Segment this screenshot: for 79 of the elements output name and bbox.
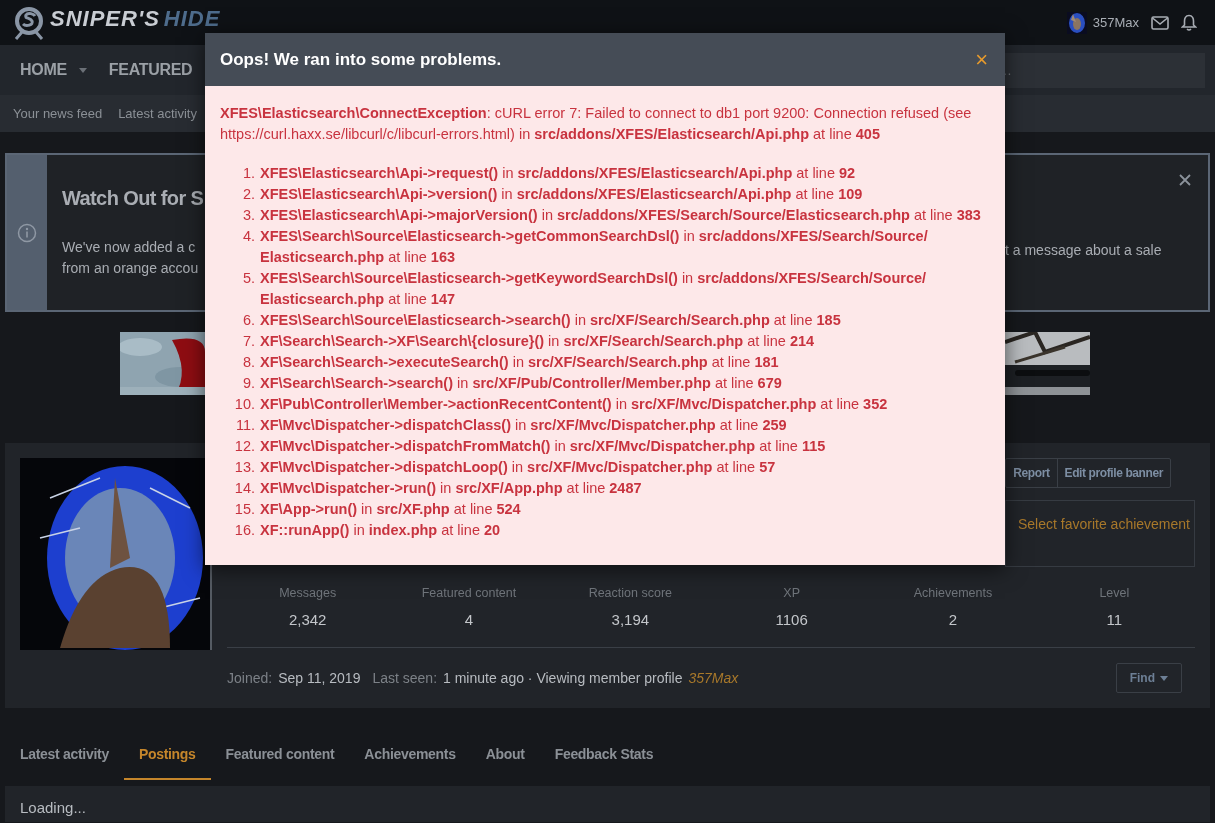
caret-icon [1160,675,1168,681]
notice-text: from an orange accou [62,259,199,277]
list-number: 6. [241,311,256,330]
list-number: 7. [241,332,256,351]
list-number: 4. [241,227,256,246]
stat-value: 4 [464,609,474,630]
trace-entry: XF\Search\Search->search() in src/XF/Pub/Controller/Member.php at line 679 [260,374,782,393]
stat-value: 2 [948,609,958,630]
stat-label: Messages [279,585,337,602]
subnav-link[interactable]: Your news feed [13,103,103,124]
list-number: 8. [241,353,256,372]
list-number: 5. [241,269,256,288]
last-seen-label: Last seen: [372,668,438,688]
list-number: 3. [241,206,256,225]
logo-icon [12,4,46,41]
error-message: XFES\Elasticsearch\ConnectException: cURL error 7: Failed to connect to db1 port 9200: Connection refused (see https://curl.haxx.se/libcurl/c/libcurl-errors.html) in src/addons/XFES/Elasticsearch/Api.php at line 405 [220,104,973,144]
trace-entry: XFES\Elasticsearch\Api->request() in src/addons/XFES/Elasticsearch/Api.php at line 92 [260,164,856,183]
close-icon [1178,173,1192,187]
info-icon [17,222,37,243]
logo-text[interactable]: HIDE [163,2,221,35]
notice-title: Watch Out for S [62,186,204,211]
stat-label: Featured content [421,585,517,602]
profile-button[interactable]: Edit profile banner [1056,459,1170,487]
list-number: 15. [233,500,256,519]
trace-entry: XF\Search\Search->XF\Search\{closure}() in src/XF/Search/Search.php at line 214 [260,332,815,351]
stat-label: XP [783,585,800,602]
last-seen-text: 1 minute ago · Viewing member profile [443,668,683,688]
trace-entry: XF\Search\Search->executeSearch() in src/XF/Search/Search.php at line 181 [260,353,779,372]
logo-text[interactable]: SNIPER'S [50,2,160,35]
nav-link[interactable]: FEATURED [108,58,193,82]
list-number: 16. [233,521,256,540]
trace-entry: XF\Mvc\Dispatcher->dispatchFromMatch() in src/XF/Mvc/Dispatcher.php at line 115 [260,437,826,456]
trace-entry: XFES\Elasticsearch\Api->version() in src/addons/XFES/Elasticsearch/Api.php at line 109 [260,185,863,204]
profile-button[interactable]: Report [1006,459,1057,487]
bell-icon[interactable] [1181,14,1197,31]
trace-entry: XF::runApp() in index.php at line 20 [260,521,501,540]
list-number: 2. [241,185,256,204]
notice-text: t a message about a sale [1005,242,1162,258]
list-number: 11. [234,416,256,435]
find-button[interactable]: Find [1115,663,1182,694]
stat-value: 1106 [775,609,808,630]
list-number: 12. [233,437,256,456]
stat-label: Achievements [913,585,993,602]
close-button[interactable]: × [973,48,990,71]
tab[interactable]: Achievements [349,730,471,780]
trace-entry: XF\Pub\Controller\Member->actionRecentContent() in src/XF/Mvc/Dispatcher.php at line 352 [260,395,888,414]
trace-entry: XFES\Elasticsearch\Api->majorVersion() in src/addons/XFES/Search/Source/Elasticsearch.php at line 383 [260,206,981,225]
stat-value: 3,194 [611,609,650,630]
tab[interactable]: Feedback Stats [539,730,669,780]
trace-entry: XF\Mvc\Dispatcher->dispatchClass() in src/XF/Mvc/Dispatcher.php at line 259 [260,416,787,435]
notice-text: We've now added a c [62,238,196,256]
trace-entry: XF\Mvc\Dispatcher->run() in src/XF/App.php at line 2487 [260,479,642,498]
list-number: 14. [233,479,256,498]
joined-date: Sep 11, 2019 [278,668,361,688]
list-number: 13. [233,458,256,477]
trace-entry: XF\Mvc\Dispatcher->dispatchLoop() in src/XF/Mvc/Dispatcher.php at line 57 [260,458,776,477]
stat-label: Reaction score [588,585,672,602]
joined-label: Joined: [227,668,273,688]
tab[interactable]: About [470,730,540,780]
stat-label: Level [1099,585,1130,602]
tab[interactable]: Postings [123,730,211,780]
nav-link[interactable]: HOME [20,58,87,82]
trace-entry: XFES\Search\Source\Elasticsearch->search() in src/XF/Search/Search.php at line 185 [260,311,841,330]
list-number: 9. [241,374,256,393]
stat-value: 11 [1106,609,1123,630]
stat-value: 2,342 [288,609,327,630]
list-number: 10. [233,395,256,414]
tab[interactable]: Latest activity [5,730,124,780]
username-link[interactable]: 357Max [1092,12,1139,33]
subnav-link[interactable]: Latest activity [118,103,197,124]
tab[interactable]: Featured content [210,730,350,780]
close-button[interactable] [1178,172,1194,188]
trace-entry: XF\App->run() in src/XF.php at line 524 [260,500,521,519]
favorite-achievement-link[interactable]: Select favorite achievement [1018,514,1194,535]
list-number: 1. [241,164,256,183]
loading-text: Loading... [20,799,86,816]
dialog-title: Oops! We ran into some problems. [220,48,502,71]
mail-icon[interactable] [1151,15,1169,30]
profile-name-link[interactable]: 357Max [688,667,739,689]
